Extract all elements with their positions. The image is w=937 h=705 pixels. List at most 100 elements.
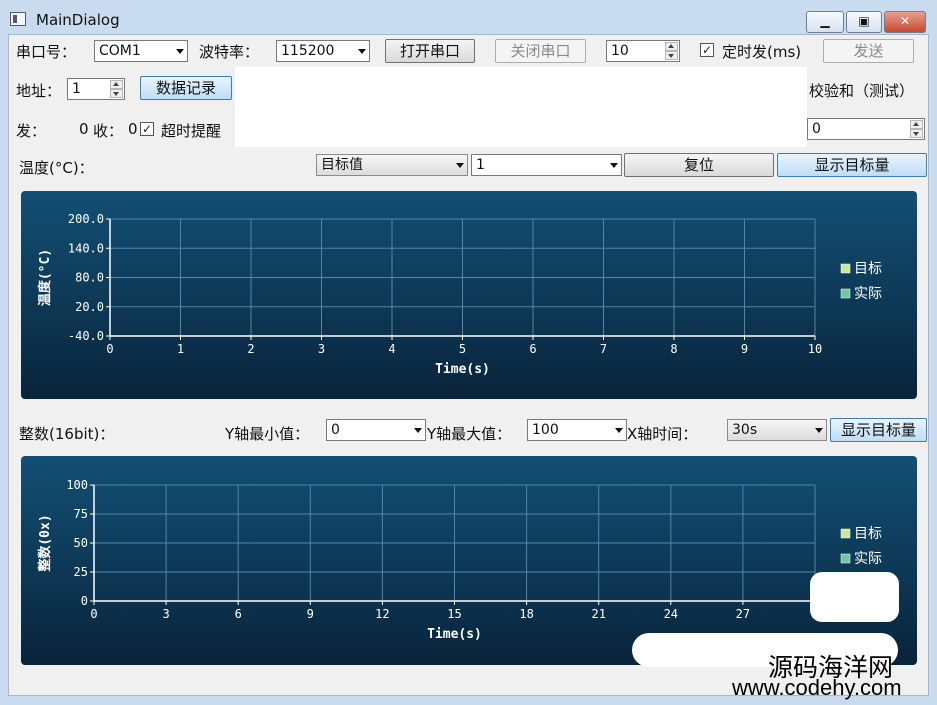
ymax-value: 100 (532, 422, 559, 438)
send-count: 0 (79, 120, 89, 138)
x-tick-label: 27 (736, 607, 750, 621)
x-tick-label: 9 (307, 607, 314, 621)
legend-label: 目标 (854, 261, 882, 277)
legend-swatch (840, 553, 851, 564)
spin-down-icon[interactable] (910, 129, 923, 138)
legend-swatch (840, 528, 851, 539)
x-tick-label: 2 (247, 342, 254, 356)
x-axis-title: Time(s) (427, 627, 482, 642)
chevron-down-icon (414, 428, 422, 433)
checksum-value: 0 (812, 121, 821, 137)
send-button[interactable]: 发送 (823, 39, 914, 63)
y-tick-label: 80.0 (75, 271, 104, 285)
port-value: COM1 (99, 43, 141, 59)
close-port-button[interactable]: 关闭串口 (495, 39, 586, 63)
minimize-icon: ▁ (820, 14, 830, 28)
spin-up-icon[interactable] (910, 120, 923, 129)
maximize-icon: ▣ (858, 14, 870, 28)
y-tick-label: 100 (66, 478, 88, 492)
temp-show-target-button[interactable]: 显示目标量 (777, 153, 927, 177)
checksum-spinbox[interactable]: 0 (807, 118, 925, 140)
ymin-label: Y轴最小值： (225, 425, 310, 443)
reset-button[interactable]: 复位 (624, 153, 774, 177)
y-tick-label: 200.0 (68, 212, 104, 226)
xtime-label: X轴时间： (627, 425, 698, 443)
x-axis-title: Time(s) (435, 362, 490, 377)
baud-select[interactable]: 115200 (276, 40, 370, 62)
x-tick-label: 5 (459, 342, 466, 356)
y-tick-label: 75 (74, 507, 88, 521)
window-title: MainDialog (36, 11, 120, 29)
y-tick-label: 140.0 (68, 241, 104, 255)
legend-label: 目标 (854, 526, 882, 542)
x-tick-label: 3 (318, 342, 325, 356)
x-tick-label: 7 (600, 342, 607, 356)
ymax-select[interactable]: 100 (527, 419, 627, 441)
x-tick-label: 0 (90, 607, 97, 621)
x-tick-label: 10 (808, 342, 822, 356)
maximize-button[interactable]: ▣ (846, 11, 882, 33)
address-label: 地址： (16, 82, 62, 100)
chevron-down-icon (176, 49, 184, 54)
spin-up-icon[interactable] (665, 42, 678, 51)
app-icon (10, 12, 26, 26)
receive-text-area[interactable] (235, 67, 807, 147)
address-spinbox[interactable]: 1 (67, 78, 125, 100)
interval-spinbox[interactable]: 10 (606, 40, 680, 62)
x-tick-label: 21 (591, 607, 605, 621)
interval-value: 10 (611, 43, 629, 59)
timer-send-label: 定时发(ms) (722, 43, 802, 61)
spin-down-icon[interactable] (110, 89, 123, 98)
dialog-client: 串口号： COM1 波特率： 115200 打开串口 关闭串口 10 ✓ 定时发… (8, 34, 929, 696)
legend-label: 实际 (854, 286, 882, 302)
timeout-checkbox[interactable]: ✓ (140, 122, 154, 136)
chevron-down-icon (815, 428, 823, 433)
x-tick-label: 9 (741, 342, 748, 356)
spin-down-icon[interactable] (665, 51, 678, 60)
x-tick-label: 3 (162, 607, 169, 621)
title-bar[interactable]: MainDialog ▁ ▣ ✕ (0, 0, 937, 36)
y-tick-label: 25 (74, 565, 88, 579)
temp-channel-select[interactable]: 1 (471, 154, 622, 176)
temperature-chart: 0 1 2 3 4 5 6 7 8 9 10 200.0 140.0 80.0 20.0 -40.0 Time(… (37, 212, 882, 377)
xtime-select[interactable]: 30s (727, 419, 827, 441)
y-tick-label: -40.0 (68, 329, 104, 343)
x-tick-label: 6 (235, 607, 242, 621)
x-tick-label: 12 (375, 607, 389, 621)
legend-swatch (840, 288, 851, 299)
x-tick-label: 8 (670, 342, 677, 356)
ymin-value: 0 (331, 422, 340, 438)
recv-count: 0 (128, 120, 138, 138)
open-port-button[interactable]: 打开串口 (385, 39, 475, 63)
ymin-select[interactable]: 0 (326, 419, 426, 441)
close-icon: ✕ (899, 14, 911, 28)
ymax-label: Y轴最大值： (427, 425, 512, 443)
legend-swatch (840, 263, 851, 274)
close-window-button[interactable]: ✕ (884, 11, 926, 33)
y-tick-label: 50 (74, 536, 88, 550)
port-select[interactable]: COM1 (94, 40, 188, 62)
data-record-button[interactable]: 数据记录 (140, 76, 232, 100)
temperature-chart-panel: 0 1 2 3 4 5 6 7 8 9 10 200.0 140.0 80.0 20.0 -40.0 Time(… (21, 191, 917, 399)
checksum-label: 校验和（测试） (809, 82, 915, 100)
spin-up-icon[interactable] (110, 80, 123, 89)
x-tick-label: 6 (529, 342, 536, 356)
minimize-button[interactable]: ▁ (806, 11, 844, 33)
address-value: 1 (72, 81, 81, 97)
x-tick-label: 24 (664, 607, 678, 621)
chevron-down-icon (610, 163, 618, 168)
temp-mode-select[interactable]: 目标值 (316, 154, 468, 176)
temp-channel-value: 1 (476, 157, 485, 173)
x-tick-label: 1 (177, 342, 184, 356)
x-tick-label: 0 (106, 342, 113, 356)
temperature-label: 温度(°C)： (19, 159, 94, 177)
send-count-label: 发： (16, 122, 47, 140)
x-tick-label: 18 (519, 607, 533, 621)
int-show-target-button[interactable]: 显示目标量 (830, 418, 927, 442)
watermark-url: www.codehy.com (732, 675, 902, 700)
timer-send-checkbox[interactable]: ✓ (700, 43, 714, 57)
main-window: MainDialog ▁ ▣ ✕ 串口号： COM1 波特率： 115200 打… (0, 0, 937, 705)
x-tick-label: 15 (447, 607, 461, 621)
timeout-label: 超时提醒 (161, 122, 222, 140)
chevron-down-icon (456, 163, 464, 168)
